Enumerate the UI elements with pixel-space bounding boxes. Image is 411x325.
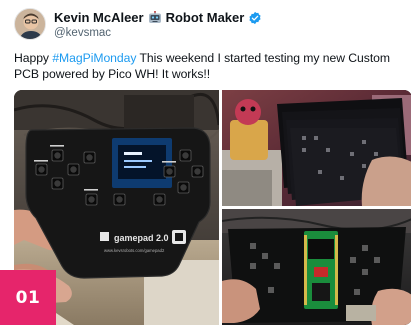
photo-pcb-stack[interactable] bbox=[222, 90, 411, 206]
pcb-url: www.kevsrobots.com/gamepad2 bbox=[104, 248, 165, 253]
figure-number: 01 bbox=[15, 287, 41, 308]
social-post-card: Kevin McAleer Robot Maker @kevsmac Happy… bbox=[6, 0, 411, 325]
author-avatar[interactable] bbox=[14, 8, 46, 40]
robot-face-icon bbox=[148, 10, 162, 24]
post-header: Kevin McAleer Robot Maker @kevsmac bbox=[14, 8, 409, 42]
photo-pcb-with-pico[interactable] bbox=[222, 209, 411, 325]
author-title-suffix: Robot Maker bbox=[165, 10, 245, 25]
figure-number-badge: 01 bbox=[0, 270, 56, 325]
pcb-label: gamepad 2.0 bbox=[114, 233, 169, 243]
author-handle[interactable]: @kevsmac bbox=[54, 27, 111, 39]
hashtag-link[interactable]: #MagPiMonday bbox=[52, 51, 136, 65]
post-media-grid: gamepad 2.0 www.kevsrobots.com/gamepad2 bbox=[14, 90, 411, 325]
verified-badge-icon bbox=[248, 11, 262, 25]
post-text-before: Happy bbox=[14, 51, 53, 65]
author-name-row: Kevin McAleer Robot Maker bbox=[54, 10, 262, 25]
author-display-name[interactable]: Kevin McAleer bbox=[54, 10, 144, 25]
figure-frame: Kevin McAleer Robot Maker @kevsmac Happy… bbox=[0, 0, 411, 325]
post-body-text: Happy #MagPiMonday This weekend I starte… bbox=[14, 50, 409, 82]
